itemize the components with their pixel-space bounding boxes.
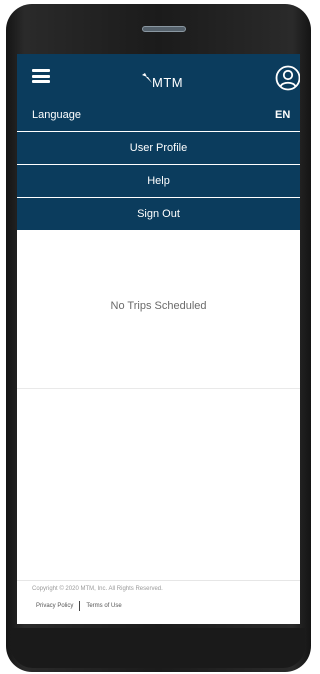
menu-item-help[interactable]: Help [17,164,300,197]
privacy-policy-link[interactable]: Privacy Policy [36,603,73,609]
footer-divider [17,580,300,581]
phone-speaker [142,26,186,32]
link-separator [79,601,81,611]
mtm-logo: MTM [141,68,183,90]
user-profile-icon[interactable] [275,65,300,91]
terms-of-use-link[interactable]: Terms of Use [86,603,121,609]
language-selector[interactable]: EN [275,109,290,121]
phone-bottom-bezel [11,628,305,668]
language-label: Language [32,109,81,121]
copyright-text: Copyright © 2020 MTM, Inc. All Rights Re… [32,586,163,592]
app-screen: MTM Language EN User Profile Help Sign O… [17,54,300,624]
app-header: MTM Language EN [17,54,300,131]
no-trips-message: No Trips Scheduled [110,300,207,312]
logo-mark-icon [142,73,152,83]
hamburger-menu-icon[interactable] [32,69,50,83]
content-divider [17,388,300,389]
logo-text: MTM [152,75,184,90]
menu-item-sign-out[interactable]: Sign Out [17,197,300,230]
menu-item-user-profile[interactable]: User Profile [17,131,300,164]
footer-links: Privacy Policy Terms of Use [36,601,122,611]
